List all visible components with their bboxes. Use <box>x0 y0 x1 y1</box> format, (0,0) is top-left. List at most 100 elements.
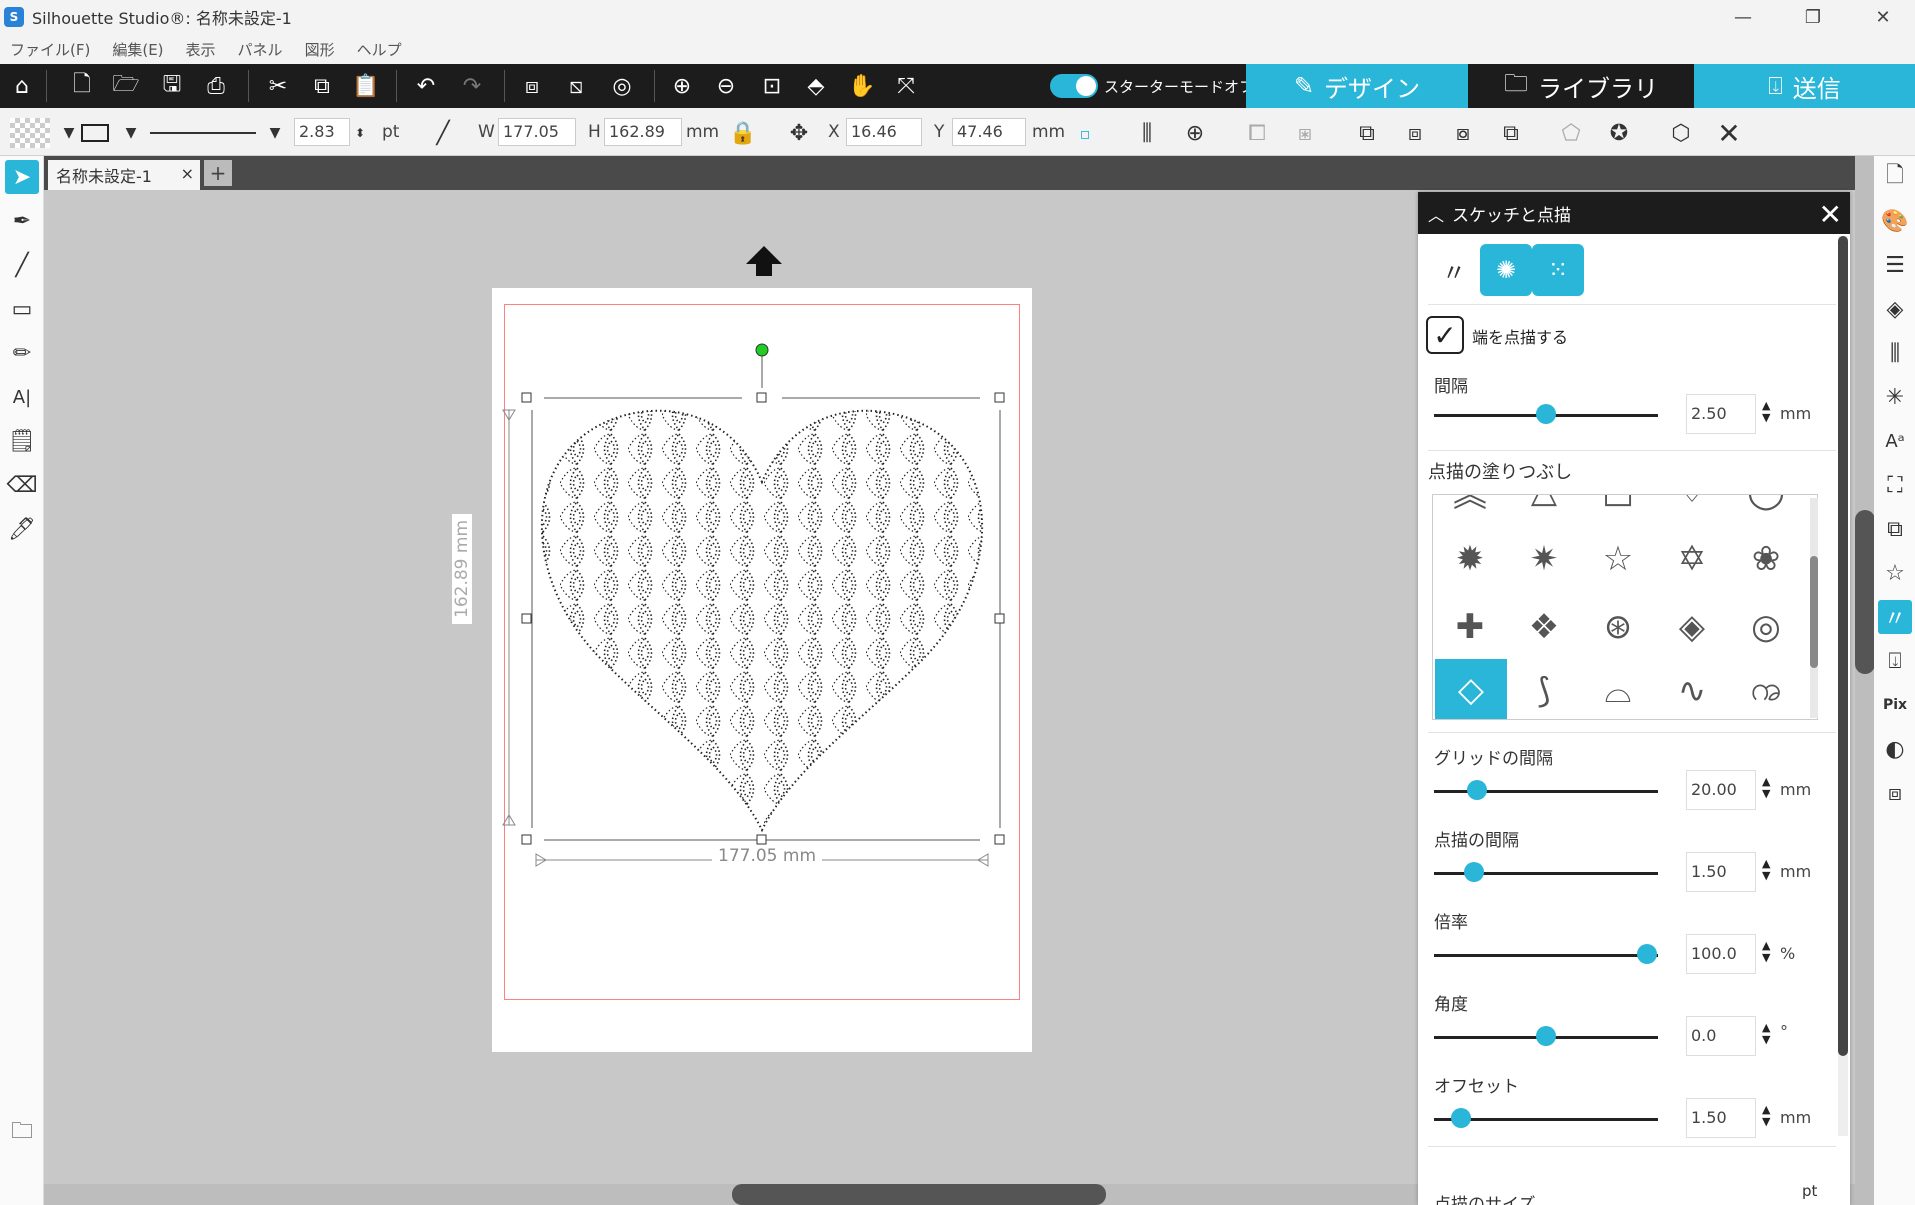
open-folder-icon[interactable]: 🗁 <box>110 70 142 102</box>
offset-spinner-icon[interactable]: ▲ ▼ <box>1762 1104 1770 1128</box>
notes-tool-icon[interactable]: 🗒 <box>5 424 39 458</box>
scale-slider-thumb[interactable] <box>1636 944 1657 964</box>
replicate-panel-icon[interactable]: ✳ <box>1878 380 1912 414</box>
tab-design[interactable]: ✎ デザイン <box>1246 64 1468 108</box>
align-panel-icon[interactable]: ⫼ <box>1878 336 1912 370</box>
fill-pattern-diamond-grid-icon[interactable]: ◇ <box>1435 659 1507 719</box>
home-icon[interactable]: ⌂ <box>6 70 38 102</box>
line-width-spinner-icon[interactable]: ⬍ <box>350 118 370 148</box>
stipple-mode-icon[interactable]: ✺ <box>1480 244 1532 296</box>
fill-pattern-icon[interactable]: ◈ <box>1878 292 1912 326</box>
line-style-icon[interactable]: ☰ <box>1878 248 1912 282</box>
edit-points-tool-icon[interactable]: ✒ <box>5 204 39 238</box>
knife-tool-icon[interactable]: 🖊 <box>5 512 39 546</box>
stipple-fill-mode-icon[interactable]: ⁙ <box>1532 244 1584 296</box>
pan-hand-icon[interactable]: ✋ <box>846 70 878 102</box>
interval-slider-thumb[interactable] <box>1536 404 1556 424</box>
scale-spinner-icon[interactable]: ▲ ▼ <box>1762 940 1770 964</box>
heart-design[interactable] <box>492 330 1032 890</box>
line-width-input[interactable]: 2.83 <box>294 118 350 146</box>
maximize-button[interactable]: ❐ <box>1778 0 1848 34</box>
move-icon[interactable]: ✥ <box>784 118 814 148</box>
fill-pattern-triangle-icon[interactable]: △ <box>1507 495 1581 523</box>
line-tool-icon[interactable]: ╱ <box>5 248 39 282</box>
scale-slider[interactable] <box>1434 954 1658 957</box>
line-style-dropdown-icon[interactable]: ▼ <box>260 118 290 148</box>
nest-icon[interactable]: ⧆ <box>1290 118 1320 148</box>
line-color-swatch[interactable] <box>80 118 110 148</box>
pencil-tool-icon[interactable]: ✏ <box>5 336 39 370</box>
center-page-icon[interactable]: ⊕ <box>1180 118 1210 148</box>
fill-pattern-cross-icon[interactable]: ✚ <box>1433 595 1507 659</box>
offset-panel-icon[interactable]: ☆ <box>1878 556 1912 590</box>
pixscan-icon[interactable]: Pix <box>1878 688 1912 722</box>
fill-pattern-dome-icon[interactable]: ⌓ <box>1581 659 1655 719</box>
vertical-scroll-track[interactable] <box>1855 156 1875 1205</box>
stipple-interval-spinner-icon[interactable]: ▲ ▼ <box>1762 858 1770 882</box>
fill-pattern-clover-icon[interactable]: ❀ <box>1729 527 1803 591</box>
angle-spinner-icon[interactable]: ▲ ▼ <box>1762 1022 1770 1046</box>
menu-help[interactable]: ヘルプ <box>357 39 402 60</box>
offset-slider-thumb[interactable] <box>1450 1108 1471 1128</box>
fill-pattern-swirl-icon[interactable]: ꩠ <box>1729 659 1803 719</box>
vertical-scrollbar[interactable] <box>1855 510 1875 674</box>
width-input[interactable]: 177.05 <box>498 118 576 146</box>
fill-pattern-star-icon[interactable]: ☆ <box>1581 527 1655 591</box>
fill-color-swatch[interactable] <box>10 118 50 148</box>
fill-pattern-diamond-ring-icon[interactable]: ❖ <box>1507 595 1581 659</box>
text-tool-icon[interactable]: A| <box>5 380 39 414</box>
page-setup-icon[interactable]: 🗋 <box>1878 160 1912 194</box>
document-tab-close-icon[interactable]: × <box>181 164 194 183</box>
panel-close-icon[interactable]: ✕ <box>1819 198 1842 231</box>
compound-path-icon[interactable]: ◎ <box>606 70 638 102</box>
fill-pattern-wave-icon[interactable]: ∿ <box>1655 659 1729 719</box>
zoom-out-icon[interactable]: ⊖ <box>710 70 742 102</box>
star-trace-icon[interactable]: ✪ <box>1604 118 1634 148</box>
zoom-in-icon[interactable]: ⊕ <box>666 70 698 102</box>
library-folder-icon[interactable]: 🗀 <box>5 1116 39 1150</box>
grid-interval-spinner-icon[interactable]: ▲ ▼ <box>1762 776 1770 800</box>
subtract-icon[interactable]: ⧈ <box>1400 118 1430 148</box>
menu-panel[interactable]: パネル <box>238 39 283 60</box>
undo-icon[interactable]: ↶ <box>410 70 442 102</box>
fill-panel-icon[interactable]: 🎨 <box>1878 204 1912 238</box>
document-tab[interactable]: 名称未設定-1 × <box>48 160 200 190</box>
panel-scrollbar[interactable] <box>1838 236 1848 1056</box>
x-input[interactable]: 16.46 <box>846 118 922 146</box>
menu-shape[interactable]: 図形 <box>305 39 335 60</box>
close-props-icon[interactable]: ✕ <box>1714 117 1744 150</box>
intersect-icon[interactable]: ⧇ <box>1448 118 1478 148</box>
fill-pattern-six-star-icon[interactable]: ✡ <box>1655 527 1729 591</box>
line-color-dropdown-icon[interactable]: ▼ <box>116 118 146 148</box>
scale-input[interactable]: 100.0 <box>1686 934 1756 974</box>
anchor-point-icon[interactable]: ▫ <box>1070 118 1100 148</box>
horizontal-scrollbar[interactable] <box>732 1184 1106 1205</box>
crop-icon[interactable]: ⧉ <box>1496 118 1526 148</box>
stipple-interval-input[interactable]: 1.50 <box>1686 852 1756 892</box>
starter-mode-toggle[interactable] <box>1050 74 1098 98</box>
menu-view[interactable]: 表示 <box>186 39 216 60</box>
collapse-chevron-icon[interactable]: ︿ <box>1428 202 1444 226</box>
fill-pattern-chevron-icon[interactable]: ︽ <box>1433 495 1507 523</box>
fill-grid-scrollbar[interactable] <box>1810 556 1818 668</box>
modify-icon[interactable]: ⧉ <box>1878 512 1912 546</box>
tab-send[interactable]: ⍗ 送信 <box>1694 64 1915 108</box>
3d-box-icon[interactable]: ⬡ <box>1666 118 1696 148</box>
stipple-edge-checkbox[interactable]: ✓ <box>1426 316 1464 354</box>
cut-icon[interactable]: ✂ <box>262 70 294 102</box>
move-view-icon[interactable]: ⤧ <box>890 70 922 102</box>
trace-icon[interactable]: ◐ <box>1878 732 1912 766</box>
weld-icon[interactable]: ⧉ <box>1352 118 1382 148</box>
redo-icon[interactable]: ↷ <box>456 70 488 102</box>
transform-icon[interactable]: ⛶ <box>1878 468 1912 502</box>
angle-input[interactable]: 0.0 <box>1686 1016 1756 1056</box>
sketch-mode-icon[interactable]: 〃 <box>1428 244 1480 296</box>
menu-edit[interactable]: 編集(E) <box>112 39 163 60</box>
grid-interval-slider-thumb[interactable] <box>1466 780 1487 800</box>
save-icon[interactable]: 🖫 <box>156 70 188 102</box>
grid-interval-input[interactable]: 20.00 <box>1686 770 1756 810</box>
print-icon[interactable]: ⎙ <box>200 70 232 102</box>
lock-aspect-icon[interactable]: 🔒 <box>728 118 758 148</box>
fill-pattern-oval-icon[interactable]: ◯ <box>1729 495 1803 523</box>
select-tool-icon[interactable]: ➤ <box>5 160 39 194</box>
